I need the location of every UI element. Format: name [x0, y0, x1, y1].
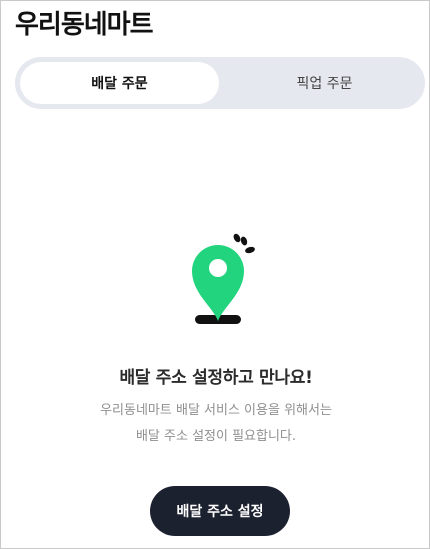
- sparkle-mark: [240, 236, 248, 246]
- location-pin-icon: [182, 229, 262, 329]
- sparkle-mark: [245, 246, 255, 254]
- empty-state-description-line1: 우리동네마트 배달 서비스 이용을 위해서는: [100, 403, 332, 418]
- page-title: 우리동네마트: [15, 10, 154, 40]
- app-frame: 우리동네마트 배달 주문 픽업 주문 배달 주소 설정하고 만나요! 우리동네마…: [0, 0, 430, 549]
- tab-pickup-order[interactable]: 픽업 주문: [229, 62, 420, 104]
- pin-hole: [209, 259, 227, 277]
- empty-state-description-line2: 배달 주소 설정이 필요합니다.: [135, 429, 297, 444]
- pin-body: [192, 245, 244, 321]
- empty-state-heading: 배달 주소 설정하고 만나요!: [119, 368, 313, 388]
- sparkle-mark: [233, 233, 241, 243]
- set-delivery-address-button[interactable]: 배달 주소 설정: [150, 486, 290, 536]
- order-type-tabs: 배달 주문 픽업 주문: [15, 57, 425, 109]
- tab-delivery-order[interactable]: 배달 주문: [20, 62, 219, 104]
